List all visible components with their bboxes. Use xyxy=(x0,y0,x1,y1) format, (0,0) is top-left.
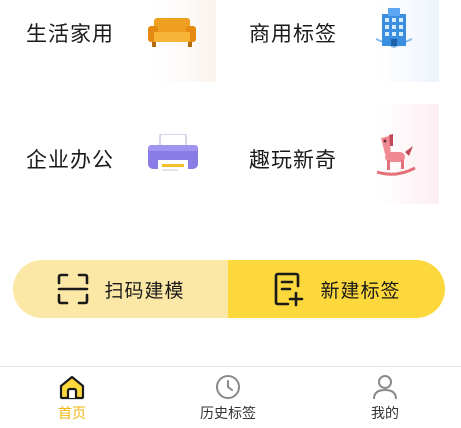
tab-home[interactable]: 首页 xyxy=(17,372,127,428)
tab-mine[interactable]: 我的 xyxy=(330,372,440,428)
tab-history-label: 历史标签 xyxy=(200,406,256,422)
scan-model-label: 扫码建模 xyxy=(104,279,185,302)
scan-icon xyxy=(58,273,89,305)
clock-icon xyxy=(216,375,240,399)
new-document-icon xyxy=(275,272,304,307)
category-card-commercial[interactable]: 商用标签 xyxy=(241,0,439,82)
category-label: 生活家用 xyxy=(26,22,114,46)
tabbar-divider xyxy=(0,366,461,367)
home-icon xyxy=(59,375,85,400)
new-tag-label: 新建标签 xyxy=(320,279,401,302)
tab-history[interactable]: 历史标签 xyxy=(173,372,283,428)
new-tag-button[interactable]: 新建标签 xyxy=(228,260,445,318)
scan-model-button[interactable]: 扫码建模 xyxy=(13,260,228,318)
category-card-office[interactable]: 企业办公 xyxy=(18,104,216,204)
printer-icon xyxy=(148,134,198,174)
category-card-home-living[interactable]: 生活家用 xyxy=(18,0,216,82)
sofa-icon xyxy=(148,18,196,47)
rocking-horse-icon xyxy=(376,134,416,176)
category-label: 趣玩新奇 xyxy=(249,148,337,172)
tab-home-label: 首页 xyxy=(58,406,86,422)
action-bar: 扫码建模 新建标签 xyxy=(13,260,445,318)
category-label: 商用标签 xyxy=(249,22,337,46)
user-icon xyxy=(373,375,397,400)
category-card-novelty[interactable]: 趣玩新奇 xyxy=(241,104,439,204)
category-label: 企业办公 xyxy=(26,148,114,172)
building-icon xyxy=(376,8,412,48)
tab-mine-label: 我的 xyxy=(371,406,399,422)
